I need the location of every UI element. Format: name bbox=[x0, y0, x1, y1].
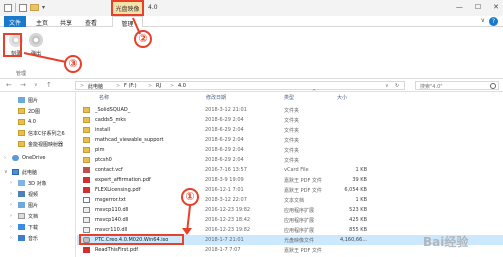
watermark: Bai经验 bbox=[423, 235, 469, 249]
annotation-arrows bbox=[23, 17, 192, 235]
